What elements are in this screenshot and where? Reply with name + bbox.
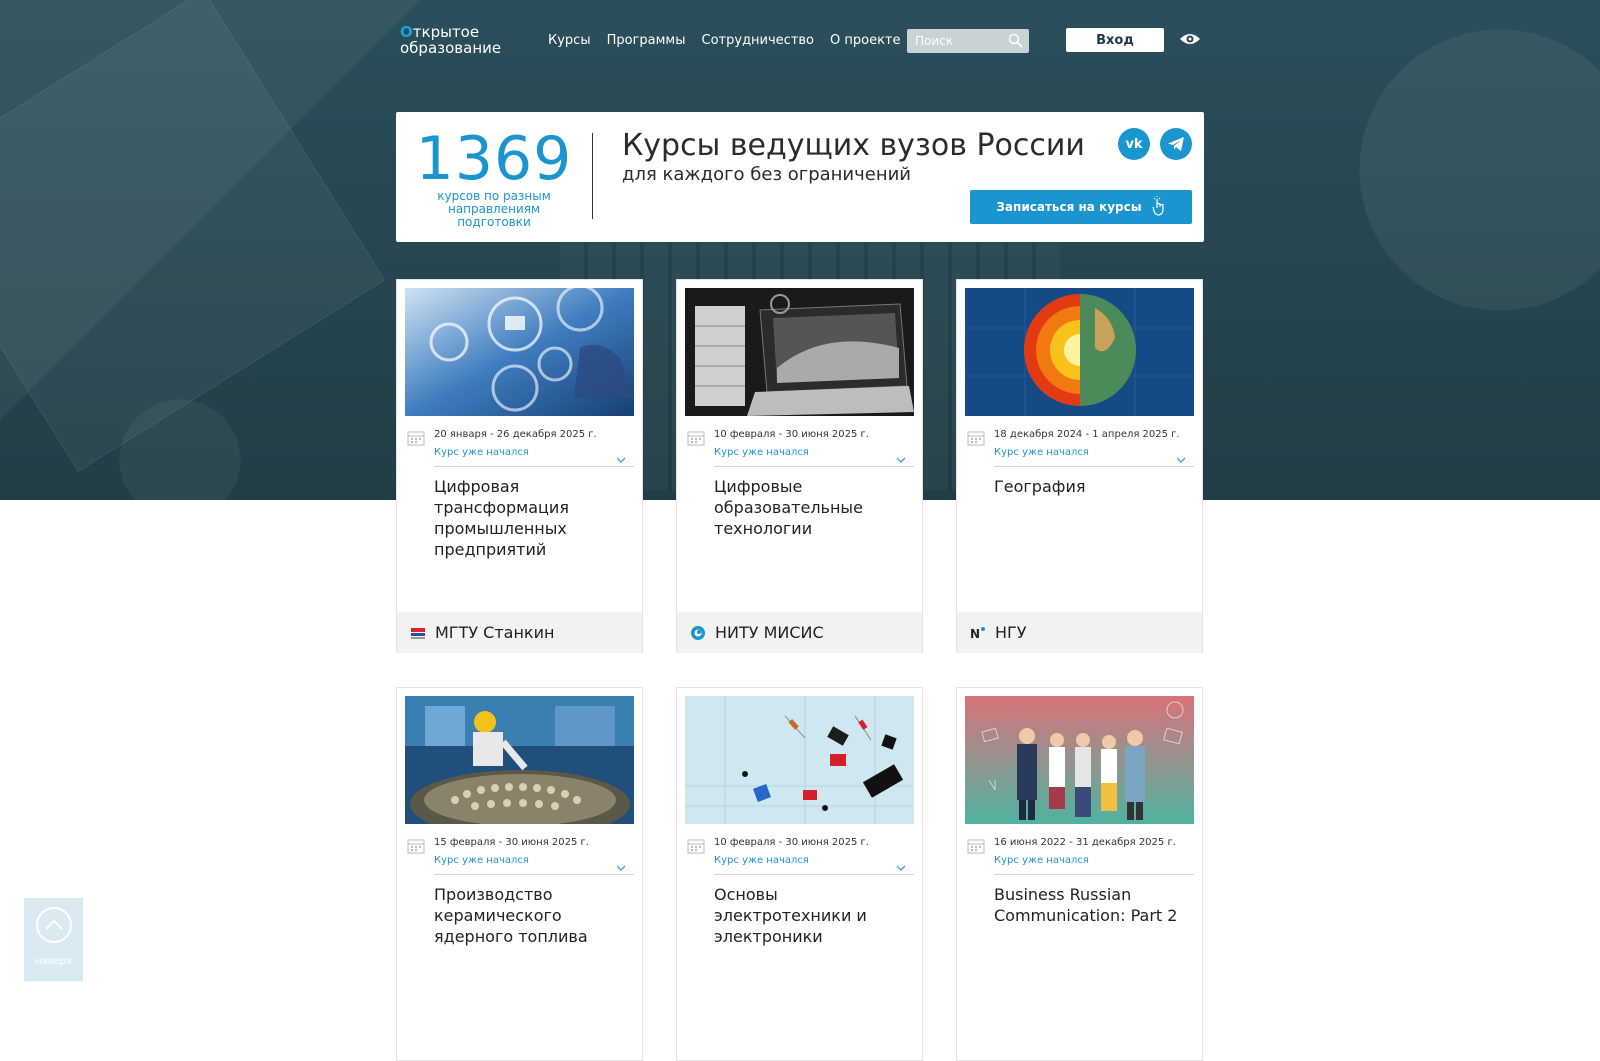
ngu-logo-icon: N	[969, 624, 987, 642]
university-name: МГТУ Станкин	[435, 623, 555, 642]
nav-programs[interactable]: Программы	[607, 33, 686, 48]
course-title[interactable]: Business Russian Communication: Part 2	[994, 884, 1194, 926]
search-input[interactable]	[907, 29, 1009, 53]
chevron-down-icon[interactable]	[616, 856, 626, 875]
university-name: НИТУ МИСИС	[715, 623, 824, 642]
site-logo[interactable]: Открытое образование	[400, 24, 501, 56]
telegram-icon[interactable]	[1160, 128, 1192, 160]
eye-icon[interactable]	[1179, 31, 1201, 50]
course-card[interactable]: 10 февраля - 30 июня 2025 г. Курс уже на…	[676, 279, 923, 653]
main-nav: Курсы Программы Сотрудничество О проекте	[548, 33, 901, 48]
course-status: Курс уже начался	[714, 855, 809, 866]
course-status: Курс уже начался	[434, 447, 529, 458]
course-card[interactable]: 15 февраля - 30 июня 2025 г. Курс уже на…	[396, 687, 643, 1061]
enroll-button[interactable]: Записаться на курсы	[970, 190, 1192, 224]
promo-banner: 1369 курсов по разным направлениям подго…	[396, 112, 1204, 242]
course-card[interactable]: 10 февраля - 30 июня 2025 г. Курс уже на…	[676, 687, 923, 1061]
banner-divider	[592, 133, 593, 219]
course-dates: 20 января - 26 декабря 2025 г.	[434, 429, 597, 440]
course-image-digital-industry	[405, 288, 634, 416]
course-image-laptop	[685, 288, 914, 416]
course-university[interactable]: МГТУ Станкин	[397, 612, 642, 653]
hand-pointer-icon	[1151, 195, 1166, 219]
course-status: Курс уже начался	[434, 855, 529, 866]
login-button[interactable]: Вход	[1066, 28, 1164, 52]
logo-line2: образование	[400, 39, 502, 57]
svg-text:N: N	[970, 627, 980, 640]
card-divider	[714, 874, 914, 875]
calendar-icon	[967, 838, 985, 858]
calendar-icon	[407, 430, 425, 450]
calendar-icon	[407, 838, 425, 858]
card-divider	[994, 874, 1194, 875]
course-title[interactable]: География	[994, 476, 1194, 497]
chevron-down-icon[interactable]	[1176, 448, 1186, 467]
card-divider	[434, 874, 634, 875]
stankin-logo-icon	[409, 624, 427, 642]
chevron-down-icon[interactable]	[896, 856, 906, 875]
scroll-top-label: наверх	[35, 956, 72, 967]
courses-count: 1369	[415, 124, 573, 194]
course-dates: 10 февраля - 30 июня 2025 г.	[714, 837, 869, 848]
course-dates: 16 июня 2022 - 31 декабря 2025 г.	[994, 837, 1176, 848]
course-university[interactable]: НИТУ МИСИС	[677, 612, 922, 653]
course-title[interactable]: Производство керамического ядерного топл…	[434, 884, 634, 947]
course-card[interactable]: 20 января - 26 декабря 2025 г. Курс уже …	[396, 279, 643, 653]
search-icon[interactable]	[1008, 33, 1023, 52]
course-title[interactable]: Основы электротехники и электроники	[714, 884, 914, 947]
course-dates: 15 февраля - 30 июня 2025 г.	[434, 837, 589, 848]
banner-subtitle: для каждого без ограничений	[622, 164, 912, 185]
course-dates: 18 декабря 2024 - 1 апреля 2025 г.	[994, 429, 1180, 440]
calendar-icon	[687, 838, 705, 858]
courses-count-caption: курсов по разным направлениям подготовки	[437, 189, 551, 229]
course-card[interactable]: 16 июня 2022 - 31 декабря 2025 г. Курс у…	[956, 687, 1203, 1061]
course-image-people	[965, 696, 1194, 824]
course-university[interactable]: N НГУ	[957, 612, 1202, 653]
course-card[interactable]: 18 декабря 2024 - 1 апреля 2025 г. Курс …	[956, 279, 1203, 653]
banner-title: Курсы ведущих вузов России	[622, 128, 1085, 163]
search-box	[907, 29, 1029, 53]
course-title[interactable]: Цифровая трансформация промышленных пред…	[434, 476, 634, 560]
arrow-up-circle-icon	[35, 906, 73, 948]
course-image-earth	[965, 288, 1194, 416]
course-image-electronics	[685, 696, 914, 824]
nav-courses[interactable]: Курсы	[548, 33, 591, 48]
course-status: Курс уже начался	[714, 447, 809, 458]
vk-label: vk	[1125, 136, 1143, 152]
course-title[interactable]: Цифровые образовательные технологии	[714, 476, 914, 539]
scroll-top-button[interactable]: наверх	[24, 898, 83, 981]
course-status: Курс уже начался	[994, 855, 1089, 866]
misis-logo-icon	[689, 624, 707, 642]
courses-count-block: 1369 курсов по разным направлениям подго…	[414, 124, 574, 229]
course-dates: 10 февраля - 30 июня 2025 г.	[714, 429, 869, 440]
card-divider	[434, 466, 634, 467]
chevron-down-icon[interactable]	[616, 448, 626, 467]
enroll-label: Записаться на курсы	[996, 200, 1142, 214]
course-image-nuclear-fuel	[405, 696, 634, 824]
card-divider	[714, 466, 914, 467]
calendar-icon	[967, 430, 985, 450]
vk-icon[interactable]: vk	[1118, 128, 1150, 160]
nav-about[interactable]: О проекте	[830, 33, 901, 48]
chevron-down-icon[interactable]	[896, 448, 906, 467]
nav-cooperation[interactable]: Сотрудничество	[702, 33, 815, 48]
calendar-icon	[687, 430, 705, 450]
course-status: Курс уже начался	[994, 447, 1089, 458]
card-divider	[994, 466, 1194, 467]
university-name: НГУ	[995, 623, 1027, 642]
